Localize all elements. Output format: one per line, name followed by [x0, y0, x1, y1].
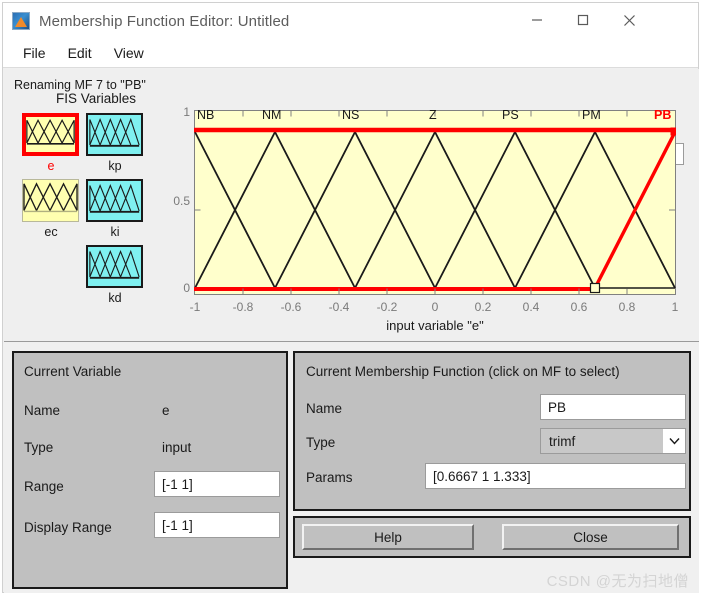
chevron-down-icon[interactable]: [663, 429, 685, 453]
mf-label-NM[interactable]: NM: [262, 108, 281, 122]
variable-range-label: Range: [24, 479, 64, 494]
fis-variable-label-kp: kp: [108, 159, 122, 173]
mf-label-PB[interactable]: PB: [654, 108, 671, 122]
fis-variable-thumb-kd[interactable]: [86, 245, 143, 288]
x-tick-neg1: -1: [189, 300, 201, 314]
fis-variable-thumb-ki[interactable]: [86, 179, 143, 222]
close-button-panel[interactable]: Close: [502, 524, 679, 550]
x-tick-neg0-4: -0.4: [328, 300, 350, 314]
fis-variables-title: FIS Variables: [55, 91, 137, 106]
matlab-icon: [12, 12, 30, 30]
x-tick-neg0-8: -0.8: [232, 300, 254, 314]
mf-type-dropdown[interactable]: trimf: [540, 428, 686, 454]
menu-view[interactable]: View: [104, 43, 154, 63]
mf-name-label: Name: [306, 401, 343, 416]
button-panel: Help Close: [293, 516, 691, 558]
y-tick-0: 0: [183, 281, 190, 295]
application-window: Membership Function Editor: Untitled Fil…: [2, 2, 699, 593]
close-button[interactable]: [606, 3, 652, 37]
fis-variable-label-e: e: [47, 159, 55, 173]
mf-type-label: Type: [306, 435, 336, 450]
variable-type-label: Type: [24, 440, 54, 455]
mf-preview-icon: [89, 183, 140, 213]
x-tick-0-6: 0.6: [570, 300, 588, 314]
variable-display-range-label: Display Range: [24, 520, 112, 535]
mf-params-label: Params: [306, 470, 353, 485]
maximize-button[interactable]: [560, 3, 606, 37]
menu-file[interactable]: File: [13, 43, 56, 63]
y-tick-0-5: 0.5: [173, 194, 190, 208]
current-variable-panel: Current Variable Name e Type input Range…: [12, 351, 288, 589]
help-button[interactable]: Help: [302, 524, 474, 550]
watermark-text: CSDN @无为扫地僧: [546, 573, 689, 590]
fis-variable-thumb-e[interactable]: [22, 113, 79, 156]
current-mf-panel: Current Membership Function (click on MF…: [293, 351, 691, 511]
mf-name-input[interactable]: PB: [540, 394, 686, 420]
x-tick-0-8: 0.8: [618, 300, 636, 314]
mf-label-Z[interactable]: Z: [429, 108, 437, 122]
mf-preview-icon: [89, 117, 140, 147]
mf-preview-icon: [26, 118, 75, 145]
fis-variable-label-ki: ki: [110, 225, 120, 239]
mf-label-NS[interactable]: NS: [342, 108, 359, 122]
mf-preview-icon: [89, 249, 140, 279]
menu-bar: File Edit View: [3, 39, 698, 68]
fis-variable-thumb-kp[interactable]: [86, 113, 143, 156]
variable-name-label: Name: [24, 403, 61, 418]
fis-variable-thumb-ec[interactable]: [22, 179, 79, 222]
plot-canvas: [194, 110, 676, 295]
mf-label-PM[interactable]: PM: [582, 108, 601, 122]
mf-label-NB[interactable]: NB: [197, 108, 214, 122]
fis-variable-label-kd: kd: [108, 291, 122, 305]
status-message: Renaming MF 7 to "PB": [14, 78, 146, 92]
current-mf-heading: Current Membership Function (click on MF…: [306, 364, 620, 379]
mf-preview-icon: [23, 182, 78, 213]
variable-range-input[interactable]: [-1 1]: [154, 471, 280, 497]
x-tick-0: 0: [431, 300, 439, 314]
main-body: FIS Variables e kp ec ki kd NB NM NS Z P…: [4, 69, 699, 593]
x-tick-0-2: 0.2: [474, 300, 492, 314]
title-bar: Membership Function Editor: Untitled: [3, 3, 698, 39]
y-tick-1: 1: [183, 105, 190, 119]
mf-label-PS[interactable]: PS: [502, 108, 519, 122]
mf-type-value: trimf: [549, 433, 576, 449]
window-title: Membership Function Editor: Untitled: [39, 12, 290, 30]
membership-function-plot[interactable]: NB NM NS Z PS PM PB: [194, 108, 676, 295]
top-region: FIS Variables e kp ec ki kd NB NM NS Z P…: [4, 69, 699, 342]
x-tick-neg0-2: -0.2: [376, 300, 398, 314]
variable-display-range-input[interactable]: [-1 1]: [154, 512, 280, 538]
minimize-button[interactable]: [514, 3, 560, 37]
x-tick-0-4: 0.4: [522, 300, 540, 314]
current-variable-heading: Current Variable: [24, 364, 122, 379]
x-axis-label: input variable "e": [386, 318, 484, 333]
mf-params-input[interactable]: [0.6667 1 1.333]: [425, 463, 686, 489]
x-tick-1: 1: [671, 300, 679, 314]
fis-variable-label-ec: ec: [44, 225, 58, 239]
menu-edit[interactable]: Edit: [58, 43, 102, 63]
x-tick-neg0-6: -0.6: [280, 300, 302, 314]
variable-type-value: input: [162, 440, 192, 455]
variable-name-value: e: [162, 403, 170, 418]
